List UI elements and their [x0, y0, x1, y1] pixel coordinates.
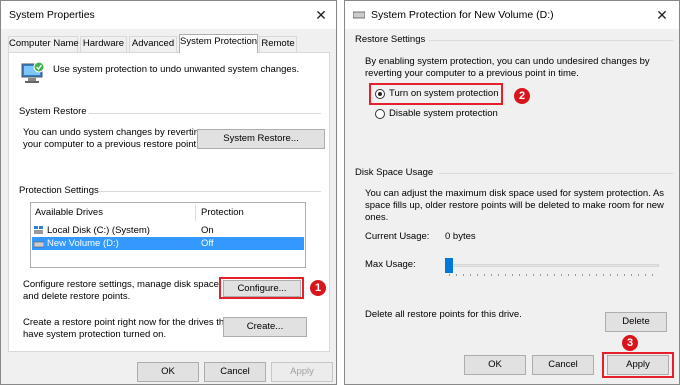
create-button[interactable]: Create...	[223, 317, 307, 337]
drives-list[interactable]: Available Drives Protection Local Disk (…	[30, 202, 306, 268]
slider-ticks	[449, 274, 655, 276]
annotation-badge-2: 2	[514, 88, 530, 104]
ok-button[interactable]: OK	[464, 355, 526, 375]
drive-protection: Off	[201, 238, 214, 249]
window-title: System Protection for New Volume (D:)	[371, 9, 554, 21]
system-protection-icon	[19, 61, 45, 85]
divider	[429, 40, 673, 41]
turn-on-radio[interactable]	[375, 89, 385, 99]
tab-hardware[interactable]: Hardware	[80, 36, 127, 52]
slider-track	[445, 264, 659, 267]
turn-on-label[interactable]: Turn on system protection	[389, 88, 498, 100]
max-usage-label: Max Usage:	[365, 259, 416, 270]
window-title: System Properties	[9, 9, 95, 21]
close-icon[interactable]: ✕	[651, 5, 673, 25]
system-restore-heading: System Restore	[19, 106, 87, 117]
system-protection-dialog: System Protection for New Volume (D:) ✕ …	[344, 0, 680, 385]
close-icon[interactable]: ✕	[310, 5, 332, 25]
divider	[99, 191, 321, 192]
tab-computer-name[interactable]: Computer Name	[8, 36, 79, 52]
drive-icon	[352, 11, 366, 19]
drive-name: Local Disk (C:) (System)	[47, 225, 150, 236]
tab-advanced[interactable]: Advanced	[129, 36, 177, 52]
current-usage-value: 0 bytes	[445, 231, 476, 242]
max-usage-slider[interactable]	[445, 256, 659, 276]
tab-remote[interactable]: Remote	[259, 36, 297, 52]
cancel-button[interactable]: Cancel	[204, 362, 266, 382]
cancel-button[interactable]: Cancel	[532, 355, 594, 375]
column-header-drives[interactable]: Available Drives	[35, 207, 103, 219]
ok-button[interactable]: OK	[137, 362, 199, 382]
disk-space-description: You can adjust the maximum disk space us…	[365, 188, 665, 223]
delete-description: Delete all restore points for this drive…	[365, 309, 522, 320]
divider	[439, 173, 673, 174]
column-header-protection[interactable]: Protection	[201, 207, 244, 219]
configure-description: Configure restore settings, manage disk …	[23, 279, 222, 302]
disable-radio[interactable]	[375, 109, 385, 119]
disk-space-heading: Disk Space Usage	[355, 167, 434, 178]
restore-settings-description: By enabling system protection, you can u…	[365, 56, 650, 79]
title-bar: System Protection for New Volume (D:) ✕	[345, 1, 679, 29]
slider-thumb[interactable]	[445, 258, 453, 273]
apply-button[interactable]: Apply	[271, 362, 333, 382]
apply-button[interactable]: Apply	[607, 355, 669, 375]
system-restore-button[interactable]: System Restore...	[197, 129, 325, 149]
current-usage-label: Current Usage:	[365, 231, 430, 242]
create-description: Create a restore point right now for the…	[23, 317, 232, 340]
list-item[interactable]: Local Disk (C:) (System) On	[32, 224, 304, 237]
system-restore-description: You can undo system changes by reverting…	[23, 127, 205, 150]
system-properties-window: System Properties ✕ Computer Name Hardwa…	[0, 0, 337, 385]
delete-button[interactable]: Delete	[605, 312, 667, 332]
drive-protection: On	[201, 225, 214, 236]
annotation-badge-1: 1	[310, 280, 326, 296]
tab-system-protection[interactable]: System Protection	[179, 34, 258, 53]
intro-text: Use system protection to undo unwanted s…	[53, 64, 300, 75]
title-bar: System Properties ✕	[1, 1, 336, 29]
list-item-selected[interactable]: New Volume (D:) Off	[32, 237, 304, 250]
restore-settings-heading: Restore Settings	[355, 34, 426, 45]
drive-name: New Volume (D:)	[47, 238, 119, 249]
column-divider	[195, 205, 196, 221]
divider	[89, 113, 321, 114]
drive-icon	[33, 240, 45, 248]
configure-button[interactable]: Configure...	[223, 280, 301, 297]
annotation-badge-3: 3	[622, 335, 638, 351]
disable-label[interactable]: Disable system protection	[389, 108, 498, 120]
windows-drive-icon	[34, 226, 44, 235]
protection-settings-heading: Protection Settings	[19, 185, 99, 196]
